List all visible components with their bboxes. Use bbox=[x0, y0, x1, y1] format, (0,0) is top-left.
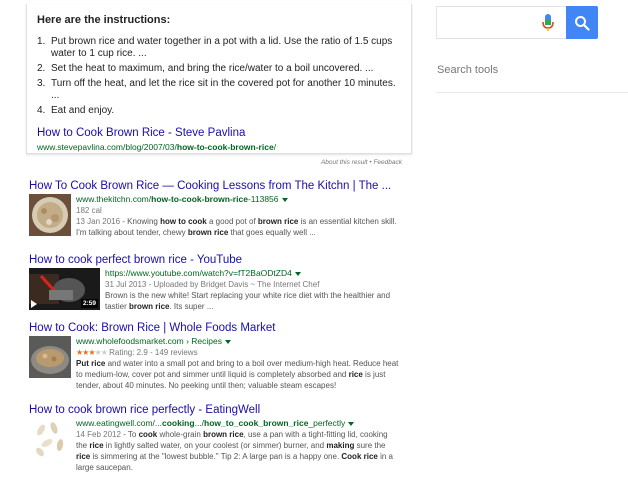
url-dropdown-arrow[interactable] bbox=[348, 421, 355, 426]
play-icon bbox=[31, 300, 37, 308]
result-snippet: 13 Jan 2016 - Knowing how to cook a good… bbox=[76, 217, 397, 237]
video-duration: 2:59 bbox=[80, 299, 98, 308]
instruction-step: 2. Set the heat to maximum, and bring the… bbox=[37, 63, 374, 74]
url-dropdown-arrow[interactable] bbox=[224, 339, 231, 344]
result-thumbnail[interactable] bbox=[29, 336, 71, 378]
result-url: https://www.youtube.com/watch?v=fT2BaODt… bbox=[105, 268, 399, 279]
magnifier-icon bbox=[575, 15, 590, 31]
feedback-link[interactable]: Feedback bbox=[373, 159, 402, 166]
search-result: How To Cook Brown Rice — Cooking Lessons… bbox=[29, 180, 399, 238]
result-snippet: Brown is the new white! Start replacing … bbox=[105, 291, 391, 311]
instruction-list: 1. Put brown rice and water together in a… bbox=[37, 36, 401, 117]
instruction-step: 1. Put brown rice and water together in a… bbox=[37, 36, 393, 59]
video-thumbnail[interactable]: 2:59 bbox=[29, 268, 100, 310]
result-title-link[interactable]: How To Cook Brown Rice — Cooking Lessons… bbox=[29, 180, 399, 192]
result-title-link[interactable]: How to cook brown rice perfectly - Eatin… bbox=[29, 404, 399, 416]
search-tools-link[interactable]: Search tools bbox=[437, 64, 498, 76]
result-title-link[interactable]: How to cook perfect brown rice - YouTube bbox=[29, 254, 399, 266]
result-thumbnail[interactable] bbox=[29, 418, 71, 460]
search-result: How to cook brown rice perfectly - Eatin… bbox=[29, 404, 399, 473]
instruction-step: 3. Turn off the heat, and let the rice si… bbox=[37, 78, 396, 101]
divider bbox=[436, 92, 628, 93]
search-result: How to cook perfect brown rice - YouTube… bbox=[29, 254, 399, 312]
snippet-footer: About this result • Feedback bbox=[26, 159, 402, 166]
search-result: How to Cook: Brown Rice | Whole Foods Ma… bbox=[29, 322, 399, 391]
url-dropdown-arrow[interactable] bbox=[281, 197, 288, 202]
result-title-link[interactable]: How to Cook: Brown Rice | Whole Foods Ma… bbox=[29, 322, 399, 334]
result-url: www.eatingwell.com/...cooking.../how_to_… bbox=[76, 418, 399, 429]
star-rating-icon: ★★★★★ bbox=[76, 348, 108, 357]
result-rating: ★★★★★ Rating: 2.9 - 149 reviews bbox=[76, 348, 198, 357]
result-meta: 31 Jul 2013 - Uploaded by Bridget Davis … bbox=[105, 280, 320, 289]
snippet-heading: Here are the instructions: bbox=[37, 14, 171, 26]
microphone-icon[interactable] bbox=[541, 13, 555, 33]
result-url: www.thekitchn.com/how-to-cook-brown-rice… bbox=[76, 194, 399, 205]
result-thumbnail[interactable] bbox=[29, 194, 71, 236]
result-snippet: Put rice and water into a small pot and … bbox=[76, 359, 399, 390]
instruction-step: 4. Eat and enjoy. bbox=[37, 105, 115, 116]
url-dropdown-arrow[interactable] bbox=[294, 271, 301, 276]
about-result-link[interactable]: About this result bbox=[321, 159, 368, 166]
featured-snippet: Here are the instructions: 1. Put brown r… bbox=[26, 4, 412, 154]
snippet-source-link[interactable]: How to Cook Brown Rice - Steve Pavlina bbox=[37, 127, 401, 139]
search-button[interactable] bbox=[566, 6, 598, 39]
snippet-source-url: www.stevepavlina.com/blog/2007/03/how-to… bbox=[37, 142, 277, 152]
result-meta: 182 cal bbox=[76, 206, 102, 215]
result-snippet: 14 Feb 2012 - To cook whole-grain brown … bbox=[76, 430, 393, 472]
result-url: www.wholefoodsmarket.com › Recipes bbox=[76, 336, 399, 347]
